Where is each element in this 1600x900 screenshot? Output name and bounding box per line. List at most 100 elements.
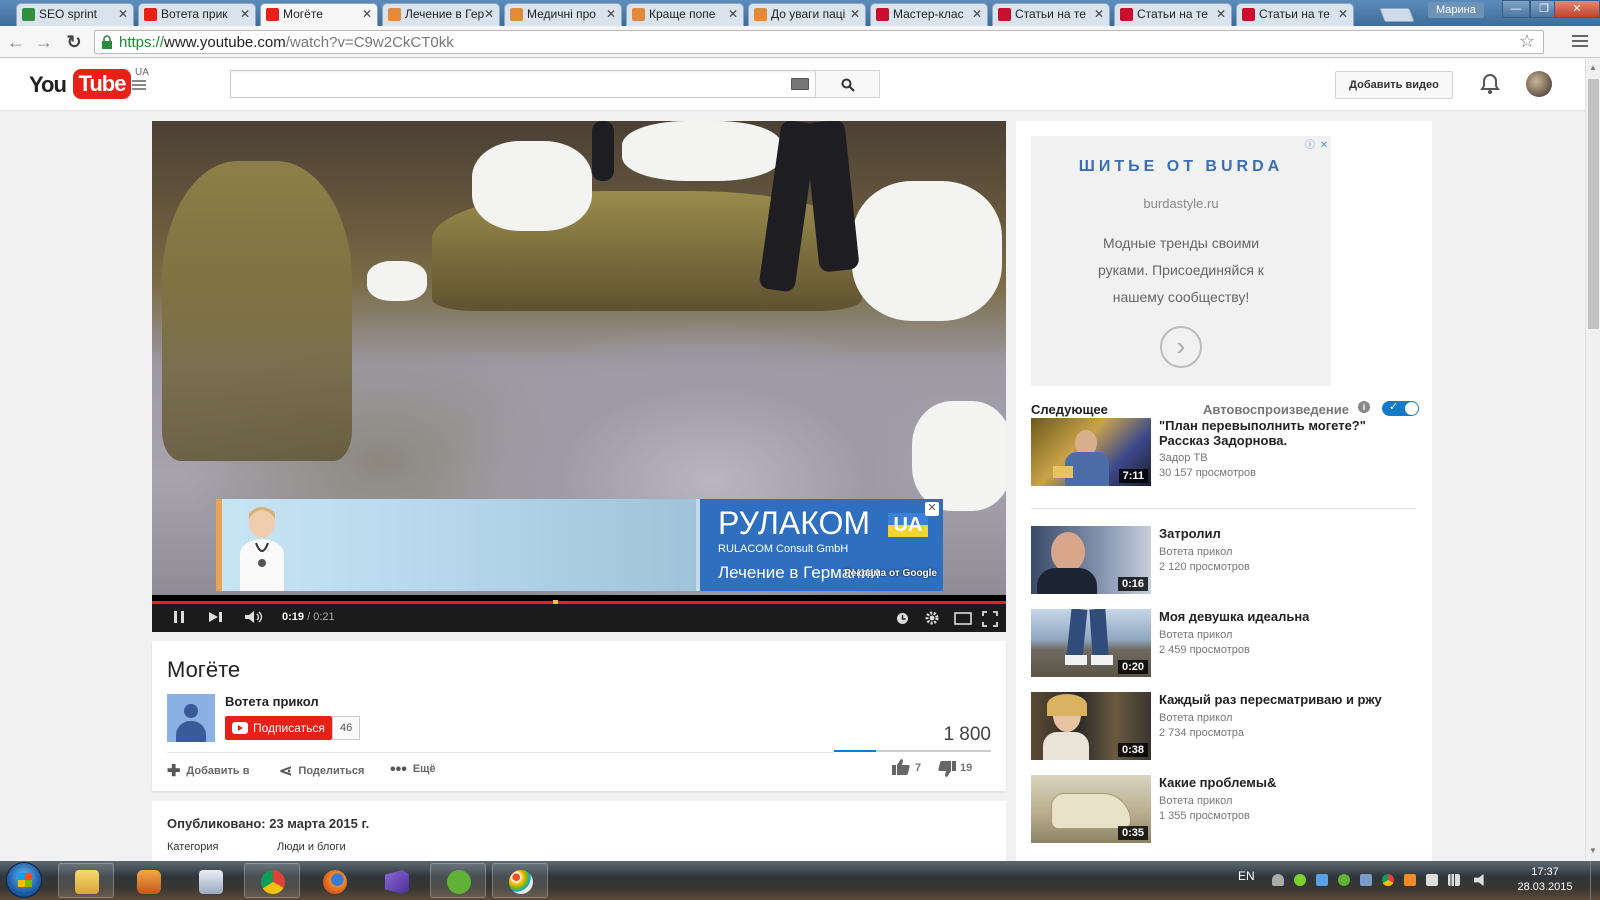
taskbar-calculator[interactable] (182, 863, 238, 898)
window-close-button[interactable]: ✕ (1554, 0, 1600, 18)
browser-tab[interactable]: Статьи на те ✕ (1114, 3, 1232, 26)
taskbar-paint[interactable] (492, 863, 548, 898)
taskbar-media-player[interactable] (120, 863, 176, 898)
scrollbar-thumb[interactable] (1588, 79, 1599, 329)
tray-device-icon[interactable] (1426, 874, 1438, 886)
tab-close-icon[interactable]: ✕ (972, 4, 982, 25)
subscribe-button[interactable]: Подписаться (225, 716, 332, 740)
fullscreen-icon[interactable] (982, 611, 998, 627)
related-video-item[interactable]: 0:16 Затролил Вотета прикол 2 120 просмо… (1031, 526, 1411, 594)
channel-avatar[interactable] (167, 694, 215, 742)
tray-rss-icon[interactable] (1404, 874, 1416, 886)
search-input[interactable] (230, 70, 815, 98)
tab-close-icon[interactable]: ✕ (728, 4, 738, 25)
tab-close-icon[interactable]: ✕ (118, 4, 128, 25)
start-button[interactable] (6, 862, 42, 898)
settings-gear-icon[interactable] (924, 610, 940, 626)
volume-icon[interactable] (244, 610, 264, 624)
next-video-icon[interactable] (208, 610, 224, 624)
browser-tab[interactable]: Краще попе ✕ (626, 3, 744, 26)
language-indicator[interactable]: EN (1238, 869, 1255, 883)
video-thumbnail[interactable]: 0:16 (1031, 526, 1151, 594)
like-thumb-up-icon[interactable] (892, 759, 910, 775)
taskbar-chrome[interactable] (244, 863, 300, 898)
ad-info-icon[interactable]: ⓘ (1303, 139, 1317, 153)
watch-later-icon[interactable] (896, 612, 909, 625)
tab-close-icon[interactable]: ✕ (850, 4, 860, 25)
video-thumbnail[interactable]: 0:35 (1031, 775, 1151, 843)
browser-tab[interactable]: Статьи на те ✕ (992, 3, 1110, 26)
tab-close-icon[interactable]: ✕ (240, 4, 250, 25)
overlay-ad-image[interactable] (216, 499, 696, 591)
show-desktop-button[interactable] (1590, 861, 1600, 900)
browser-tab[interactable]: Лечение в Гер ✕ (382, 3, 500, 26)
tab-close-icon[interactable]: ✕ (1094, 4, 1104, 25)
address-bar[interactable]: https://www.youtube.com/watch?v=C9w2CkCT… (94, 30, 1544, 54)
video-title-link[interactable]: "План перевыполнить могете?" Рассказ Зад… (1159, 418, 1419, 448)
taskbar-utorrent[interactable] (430, 863, 486, 898)
video-title-link[interactable]: Затролил (1159, 526, 1419, 541)
sidebar-ad[interactable]: ⓘ ✕ ШИТЬЕ ОТ BURDA burdastyle.ru Модные т… (1031, 136, 1331, 386)
add-to-button[interactable]: ✚ Добавить в (167, 761, 250, 781)
more-button[interactable]: ••• Ещё (390, 761, 436, 779)
tray-signal-icon[interactable] (1448, 874, 1460, 886)
keyboard-icon[interactable] (791, 78, 809, 90)
channel-name-link[interactable]: Вотета прикол (225, 694, 319, 709)
scroll-down-arrow-icon[interactable]: ▼ (1589, 846, 1597, 855)
search-button[interactable] (815, 70, 880, 98)
video-title-link[interactable]: Какие проблемы& (1159, 775, 1419, 790)
overlay-ad-text-panel[interactable]: РУЛАКОМ UA RULACOM Consult GmbH Лечение … (700, 499, 943, 591)
browser-tab[interactable]: Вотета прик ✕ (138, 3, 256, 26)
dislike-thumb-down-icon[interactable] (938, 761, 956, 777)
theater-mode-icon[interactable] (954, 612, 972, 625)
video-player[interactable]: РУЛАКОМ UA RULACOM Consult GmbH Лечение … (152, 121, 1006, 632)
browser-tab[interactable]: До уваги паці ✕ (748, 3, 866, 26)
forward-button[interactable]: → (34, 32, 54, 52)
browser-tab[interactable]: SEO sprint ✕ (16, 3, 134, 26)
related-video-item[interactable]: 0:35 Какие проблемы& Вотета прикол 1 355… (1031, 775, 1411, 843)
browser-profile-name[interactable]: Марина (1428, 2, 1484, 18)
related-video-item[interactable]: 0:20 Моя девушка идеальна Вотета прикол … (1031, 609, 1411, 677)
page-scrollbar[interactable]: ▲ ▼ (1585, 59, 1600, 859)
tab-close-icon[interactable]: ✕ (484, 4, 494, 25)
new-tab-button[interactable] (1379, 8, 1415, 22)
tray-network-share-icon[interactable] (1360, 874, 1372, 886)
taskbar-explorer[interactable] (58, 863, 114, 898)
taskbar-visual-studio[interactable] (368, 863, 424, 898)
autoplay-info-icon[interactable]: i (1358, 401, 1370, 413)
scroll-up-arrow-icon[interactable]: ▲ (1589, 63, 1597, 72)
tab-close-icon[interactable]: ✕ (606, 4, 616, 25)
video-title-link[interactable]: Моя девушка идеальна (1159, 609, 1419, 624)
video-thumbnail[interactable]: 0:38 (1031, 692, 1151, 760)
guide-menu-icon[interactable] (132, 78, 156, 92)
ad-close-icon[interactable]: ✕ (1317, 139, 1331, 153)
browser-tab-active[interactable]: Могёте ✕ (260, 3, 378, 26)
tray-notification-icon[interactable] (1272, 874, 1284, 886)
video-title-link[interactable]: Каждый раз пересматриваю и ржу (1159, 692, 1419, 707)
tab-close-icon[interactable]: ✕ (1216, 4, 1226, 25)
tray-volume-icon[interactable] (1474, 874, 1484, 886)
tab-close-icon[interactable]: ✕ (362, 4, 372, 25)
taskbar-firefox[interactable] (306, 863, 362, 898)
tab-close-icon[interactable]: ✕ (1338, 4, 1348, 25)
browser-menu-icon[interactable] (1572, 32, 1588, 48)
tray-utorrent-icon[interactable] (1338, 874, 1350, 886)
browser-tab[interactable]: Статьи на те ✕ (1236, 3, 1354, 26)
upload-video-button[interactable]: Добавить видео (1335, 71, 1453, 99)
browser-tab[interactable]: Медичні про ✕ (504, 3, 622, 26)
close-ad-icon[interactable]: ✕ (925, 502, 939, 516)
user-avatar[interactable] (1526, 71, 1552, 97)
tray-chrome-icon[interactable] (1382, 874, 1394, 886)
related-video-item[interactable]: 7:11 "План перевыполнить могете?" Расска… (1031, 418, 1411, 486)
notifications-bell-icon[interactable] (1480, 73, 1500, 95)
video-thumbnail[interactable]: 0:20 (1031, 609, 1151, 677)
autoplay-toggle[interactable]: ✓ (1382, 401, 1419, 416)
tray-upload-icon[interactable] (1316, 874, 1328, 886)
back-button[interactable]: ← (6, 32, 26, 52)
reload-button[interactable]: ↻ (64, 32, 84, 52)
share-button[interactable]: ⋖ Поделиться (279, 761, 364, 781)
tray-plus-icon[interactable] (1294, 874, 1306, 886)
browser-tab[interactable]: Мастер-клас ✕ (870, 3, 988, 26)
category-value-link[interactable]: Люди и блоги (277, 841, 346, 853)
bookmark-star-icon[interactable]: ☆ (1519, 31, 1535, 52)
